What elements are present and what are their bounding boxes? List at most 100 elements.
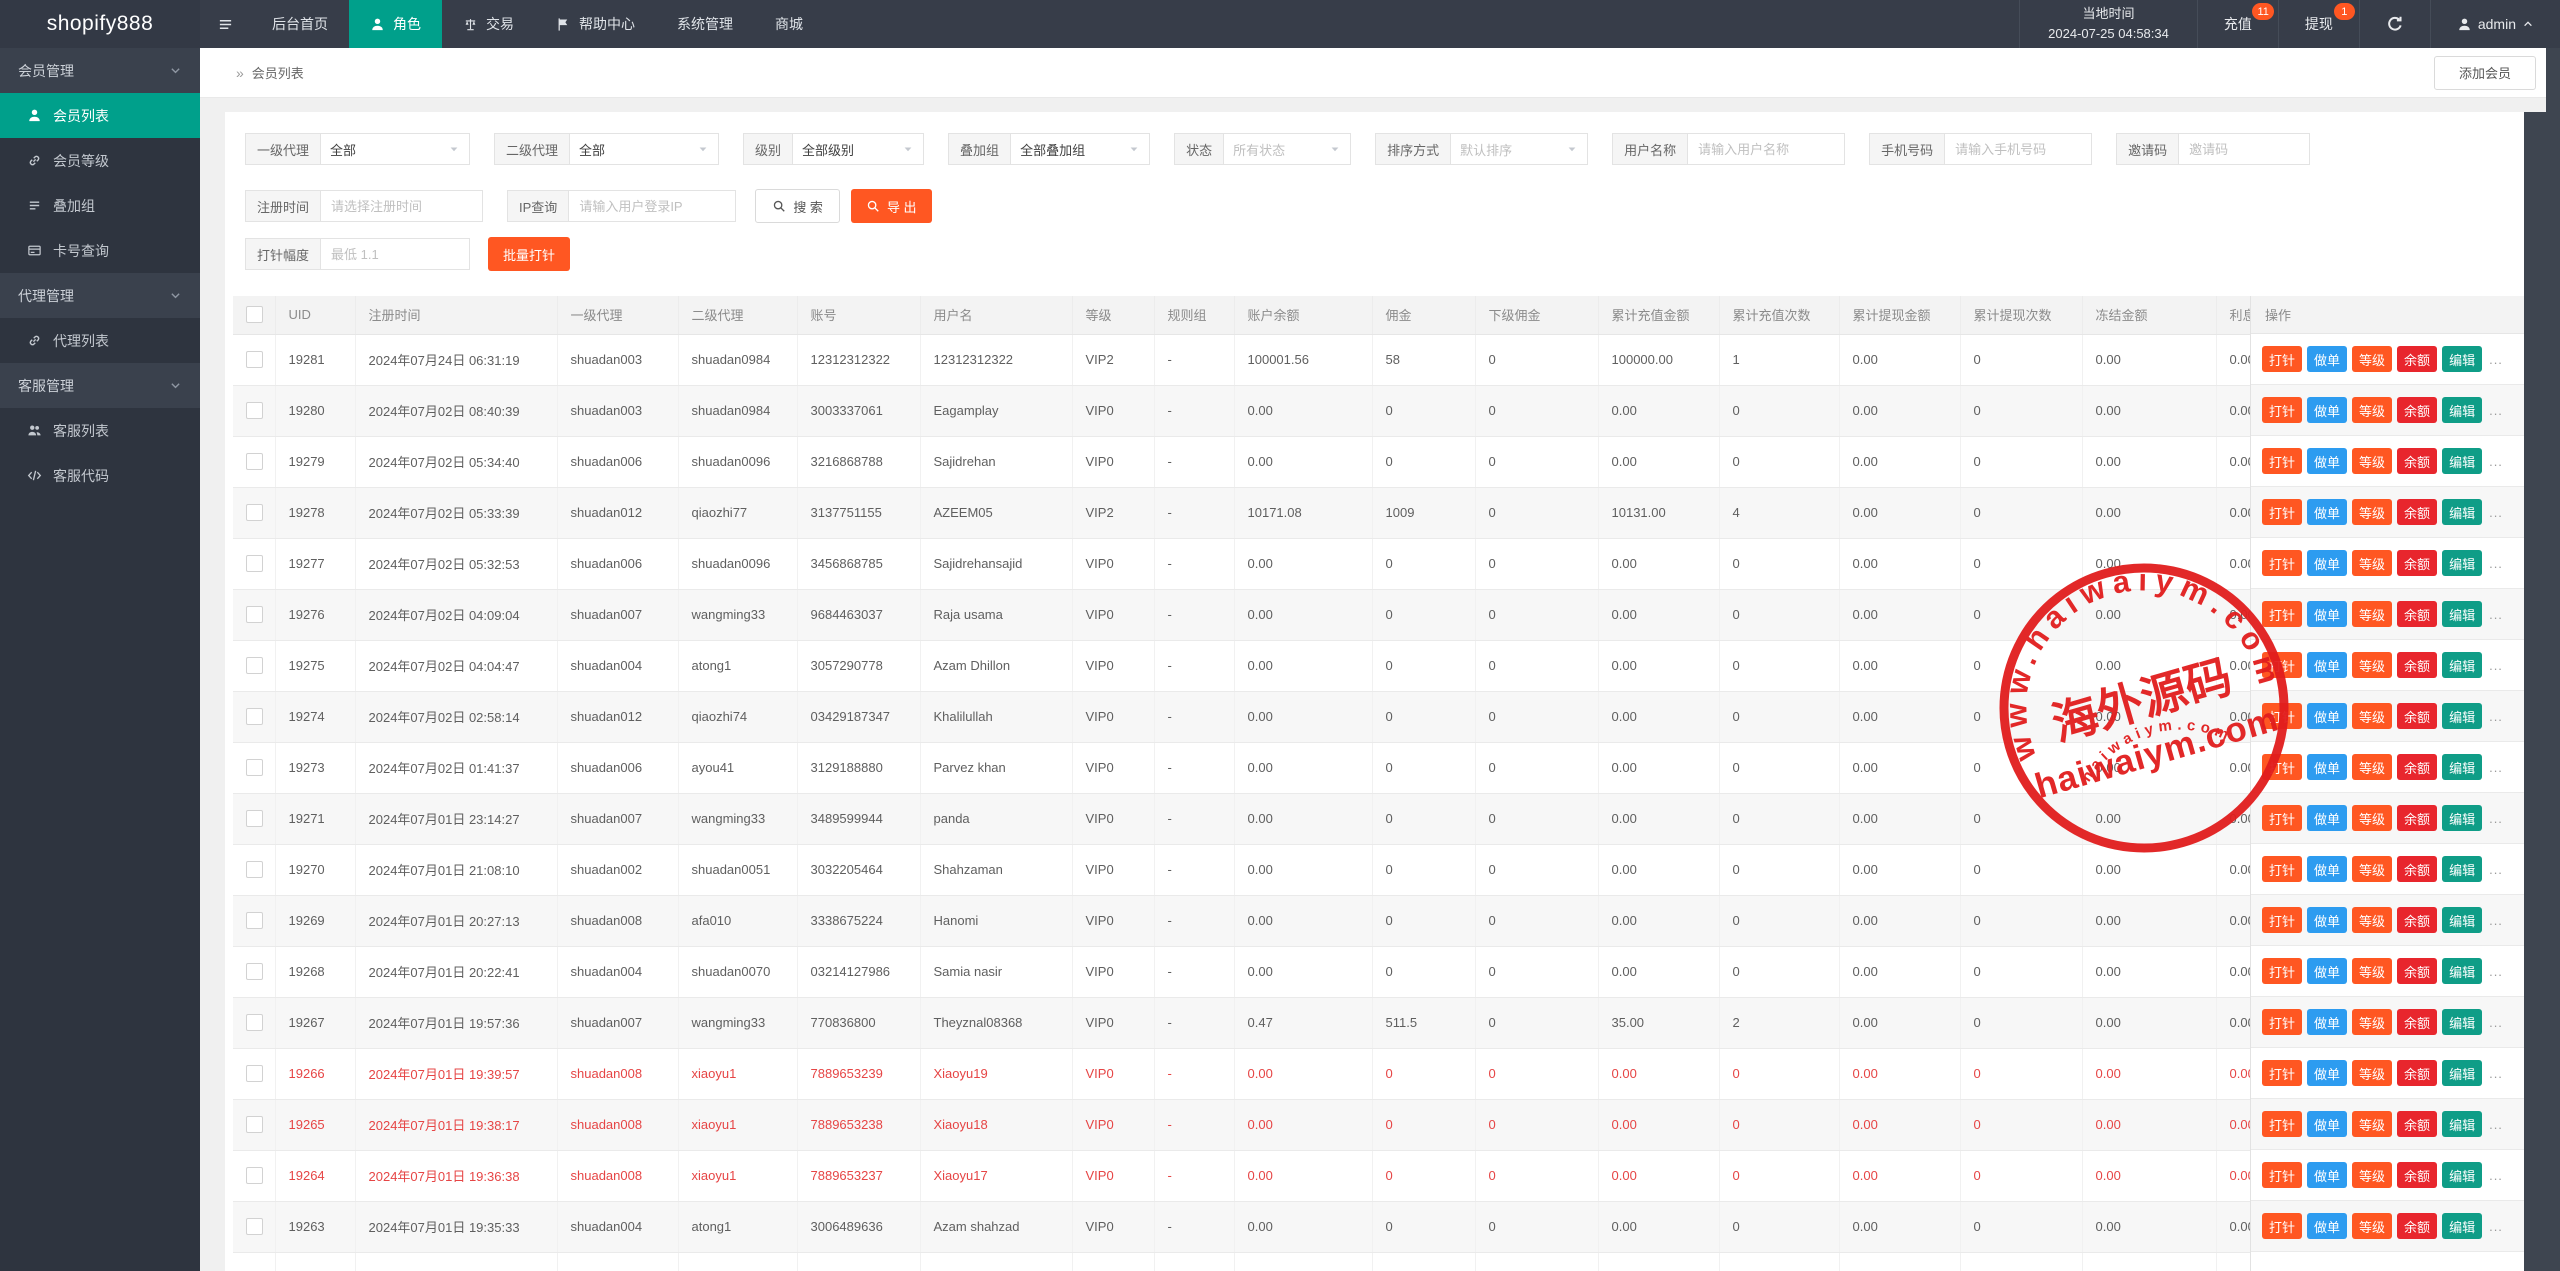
more-actions-button[interactable]: ...	[2489, 454, 2503, 469]
action-button-余额[interactable]: 余额	[2397, 907, 2438, 933]
action-button-做单[interactable]: 做单	[2307, 397, 2348, 423]
action-button-余额[interactable]: 余额	[2397, 550, 2438, 576]
sidebar-group-客服管理[interactable]: 客服管理	[0, 363, 200, 408]
filter-select-一级代理[interactable]: 全部	[320, 133, 471, 165]
action-button-打针[interactable]: 打针	[2262, 958, 2303, 984]
sidebar-item-会员列表[interactable]: 会员列表	[0, 93, 200, 138]
action-button-做单[interactable]: 做单	[2307, 1009, 2348, 1035]
sidebar-toggle-button[interactable]	[200, 0, 251, 48]
needle-range-input[interactable]	[320, 238, 471, 270]
action-button-编辑[interactable]: 编辑	[2442, 1162, 2483, 1188]
nav-item-系统管理[interactable]: 系统管理	[656, 0, 754, 48]
filter-input-用户名称[interactable]	[1687, 133, 1846, 165]
action-button-等级[interactable]: 等级	[2352, 856, 2393, 882]
table-vertical-scrollbar[interactable]	[2524, 112, 2546, 1271]
row-checkbox[interactable]	[246, 1167, 263, 1184]
action-button-余额[interactable]: 余额	[2397, 1060, 2438, 1086]
action-button-打针[interactable]: 打针	[2262, 856, 2303, 882]
row-checkbox[interactable]	[246, 555, 263, 572]
action-button-等级[interactable]: 等级	[2352, 1162, 2393, 1188]
action-button-等级[interactable]: 等级	[2352, 754, 2393, 780]
row-checkbox[interactable]	[246, 453, 263, 470]
filter-select-二级代理[interactable]: 全部	[569, 133, 720, 165]
action-button-打针[interactable]: 打针	[2262, 1213, 2303, 1239]
action-button-余额[interactable]: 余额	[2397, 448, 2438, 474]
action-button-余额[interactable]: 余额	[2397, 805, 2438, 831]
add-member-button[interactable]: 添加会员	[2433, 55, 2536, 90]
more-actions-button[interactable]: ...	[2489, 964, 2503, 979]
nav-item-商城[interactable]: 商城	[754, 0, 824, 48]
action-button-余额[interactable]: 余额	[2397, 397, 2438, 423]
action-button-编辑[interactable]: 编辑	[2442, 652, 2483, 678]
action-button-等级[interactable]: 等级	[2352, 652, 2393, 678]
action-button-编辑[interactable]: 编辑	[2442, 754, 2483, 780]
more-actions-button[interactable]: ...	[2489, 760, 2503, 775]
action-button-做单[interactable]: 做单	[2307, 448, 2348, 474]
sidebar-item-客服列表[interactable]: 客服列表	[0, 408, 200, 453]
more-actions-button[interactable]: ...	[2489, 1117, 2503, 1132]
action-button-余额[interactable]: 余额	[2397, 499, 2438, 525]
action-button-余额[interactable]: 余额	[2397, 856, 2438, 882]
action-button-打针[interactable]: 打针	[2262, 550, 2303, 576]
row-checkbox[interactable]	[246, 402, 263, 419]
action-button-编辑[interactable]: 编辑	[2442, 601, 2483, 627]
filter-input-手机号码[interactable]	[1944, 133, 2093, 165]
action-button-打针[interactable]: 打针	[2262, 754, 2303, 780]
more-actions-button[interactable]: ...	[2489, 862, 2503, 877]
filter-select-级别[interactable]: 全部级别	[792, 133, 925, 165]
more-actions-button[interactable]: ...	[2489, 1015, 2503, 1030]
row-checkbox[interactable]	[246, 810, 263, 827]
action-button-做单[interactable]: 做单	[2307, 601, 2348, 627]
action-button-打针[interactable]: 打针	[2262, 703, 2303, 729]
action-button-打针[interactable]: 打针	[2262, 397, 2303, 423]
row-checkbox[interactable]	[246, 1014, 263, 1031]
action-button-打针[interactable]: 打针	[2262, 1111, 2303, 1137]
row-checkbox[interactable]	[246, 759, 263, 776]
action-button-做单[interactable]: 做单	[2307, 907, 2348, 933]
action-button-余额[interactable]: 余额	[2397, 652, 2438, 678]
action-button-等级[interactable]: 等级	[2352, 550, 2393, 576]
action-button-等级[interactable]: 等级	[2352, 907, 2393, 933]
action-button-余额[interactable]: 余额	[2397, 1009, 2438, 1035]
action-button-做单[interactable]: 做单	[2307, 1162, 2348, 1188]
more-actions-button[interactable]: ...	[2489, 811, 2503, 826]
register-time-input[interactable]	[320, 190, 484, 222]
action-button-余额[interactable]: 余额	[2397, 346, 2438, 372]
action-button-编辑[interactable]: 编辑	[2442, 703, 2483, 729]
filter-select-叠加组[interactable]: 全部叠加组	[1010, 133, 1151, 165]
more-actions-button[interactable]: ...	[2489, 1168, 2503, 1183]
action-button-余额[interactable]: 余额	[2397, 1213, 2438, 1239]
action-button-打针[interactable]: 打针	[2262, 1162, 2303, 1188]
sidebar-group-代理管理[interactable]: 代理管理	[0, 273, 200, 318]
nav-item-角色[interactable]: 角色	[349, 0, 442, 48]
action-button-余额[interactable]: 余额	[2397, 958, 2438, 984]
action-button-编辑[interactable]: 编辑	[2442, 1111, 2483, 1137]
more-actions-button[interactable]: ...	[2489, 505, 2503, 520]
export-button[interactable]: 导 出	[850, 189, 932, 223]
row-checkbox[interactable]	[246, 1116, 263, 1133]
action-button-编辑[interactable]: 编辑	[2442, 856, 2483, 882]
row-checkbox[interactable]	[246, 657, 263, 674]
action-button-等级[interactable]: 等级	[2352, 346, 2393, 372]
more-actions-button[interactable]: ...	[2489, 607, 2503, 622]
action-button-等级[interactable]: 等级	[2352, 958, 2393, 984]
ip-query-input[interactable]	[568, 190, 737, 222]
action-button-余额[interactable]: 余额	[2397, 1162, 2438, 1188]
action-button-打针[interactable]: 打针	[2262, 499, 2303, 525]
nav-item-交易[interactable]: 交易	[442, 0, 535, 48]
action-button-编辑[interactable]: 编辑	[2442, 499, 2483, 525]
action-button-做单[interactable]: 做单	[2307, 1213, 2348, 1239]
action-button-编辑[interactable]: 编辑	[2442, 805, 2483, 831]
sidebar-item-会员等级[interactable]: 会员等级	[0, 138, 200, 183]
action-button-编辑[interactable]: 编辑	[2442, 1060, 2483, 1086]
filter-select-排序方式[interactable]: 默认排序	[1450, 133, 1589, 165]
action-button-编辑[interactable]: 编辑	[2442, 1009, 2483, 1035]
action-button-等级[interactable]: 等级	[2352, 601, 2393, 627]
action-button-等级[interactable]: 等级	[2352, 1060, 2393, 1086]
row-checkbox[interactable]	[246, 963, 263, 980]
action-button-余额[interactable]: 余额	[2397, 1111, 2438, 1137]
action-button-等级[interactable]: 等级	[2352, 805, 2393, 831]
filter-select-状态[interactable]: 所有状态	[1223, 133, 1352, 165]
page-vertical-scrollbar[interactable]	[2546, 48, 2560, 1271]
action-button-做单[interactable]: 做单	[2307, 1111, 2348, 1137]
